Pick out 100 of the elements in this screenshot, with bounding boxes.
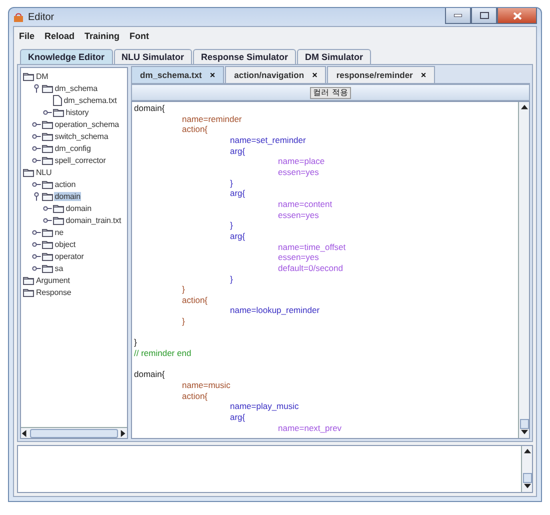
folder-icon: [23, 72, 34, 80]
tab[interactable]: Knowledge Editor: [20, 49, 112, 64]
menu-item[interactable]: Reload: [44, 30, 75, 40]
code-line: name=time_offset: [277, 242, 347, 252]
horizontal-scrollbar[interactable]: [21, 427, 127, 438]
code-line: name=reminder: [181, 114, 243, 124]
scrollbar-thumb[interactable]: [520, 419, 528, 429]
tree-item[interactable]: ne: [54, 228, 64, 236]
collapsed-handle-icon[interactable]: [32, 228, 41, 236]
code-line: name=play_music: [229, 401, 300, 412]
folder-icon: [52, 108, 64, 116]
tree-item[interactable]: history: [64, 108, 90, 116]
tree-item[interactable]: domain: [54, 192, 82, 200]
tree-item[interactable]: DM: [35, 72, 50, 80]
tree-item[interactable]: operator: [54, 252, 85, 260]
folder-icon: [42, 252, 53, 260]
code-line: }: [229, 220, 234, 231]
scroll-down-icon[interactable]: [524, 483, 530, 490]
tree-item[interactable]: NLU: [35, 168, 53, 176]
collapsed-handle-icon[interactable]: [32, 132, 41, 140]
scrollbar-thumb[interactable]: [522, 473, 532, 483]
code-line: }: [229, 178, 234, 188]
tree-item[interactable]: switch_schema: [54, 132, 110, 140]
close-icon[interactable]: ×: [420, 70, 426, 80]
expanded-handle-icon[interactable]: [32, 192, 41, 200]
folder-icon: [52, 204, 64, 212]
folder-icon: [42, 192, 53, 200]
tree-item[interactable]: dm_schema: [54, 84, 98, 92]
menu-item[interactable]: Font: [130, 30, 150, 40]
scroll-left-icon[interactable]: [21, 430, 28, 436]
scroll-up-icon[interactable]: [524, 448, 530, 455]
collapsed-handle-icon[interactable]: [42, 216, 52, 224]
window-title: Editor: [28, 12, 56, 22]
tab[interactable]: NLU Simulator: [114, 49, 192, 64]
tree-item[interactable]: action: [54, 180, 77, 188]
collapsed-handle-icon[interactable]: [32, 180, 41, 188]
scrollbar-thumb[interactable]: [30, 428, 118, 438]
tree-item[interactable]: dm_schema.txt: [62, 96, 118, 104]
code-line: name=content: [277, 198, 334, 210]
collapsed-handle-icon[interactable]: [32, 144, 41, 152]
code-line: name=music: [181, 380, 232, 391]
code-line: action{: [181, 124, 209, 135]
editor-tab[interactable]: dm_schema.txt ×: [131, 66, 224, 83]
tree-item[interactable]: object: [54, 240, 77, 248]
scroll-right-icon[interactable]: [120, 430, 127, 436]
folder-icon: [42, 180, 53, 188]
code-line: name=lookup_reminder: [229, 305, 321, 316]
expanded-handle-icon[interactable]: [32, 84, 41, 92]
tree-item[interactable]: operation_schema: [54, 120, 120, 128]
tree-item[interactable]: Response: [35, 288, 72, 296]
collapsed-handle-icon[interactable]: [32, 264, 41, 272]
tree-item[interactable]: domain: [64, 204, 92, 212]
close-icon[interactable]: ×: [210, 70, 216, 80]
close-icon: [512, 12, 522, 20]
scroll-down-icon[interactable]: [520, 429, 528, 436]
editor-tab[interactable]: response/reminder ×: [327, 66, 436, 83]
folder-icon: [23, 288, 34, 296]
collapsed-handle-icon[interactable]: [32, 120, 41, 128]
menu-item[interactable]: File: [19, 30, 35, 40]
tree-item[interactable]: Argument: [35, 276, 71, 284]
code-line: essen=yes: [277, 166, 320, 178]
editor-tab[interactable]: action/navigation ×: [225, 66, 326, 83]
code-line: arg{: [229, 230, 246, 242]
folder-icon: [42, 264, 53, 272]
code-line: essen=yes: [277, 252, 320, 263]
code-line: default=0/second: [277, 262, 344, 274]
vertical-scrollbar[interactable]: [521, 446, 532, 492]
vertical-scrollbar[interactable]: [518, 102, 529, 438]
apply-color-button[interactable]: 컬러 적용: [310, 86, 351, 98]
folder-icon: [42, 84, 53, 92]
folder-icon: [42, 144, 53, 152]
collapsed-handle-icon[interactable]: [32, 240, 41, 248]
tree-item[interactable]: domain_train.txt: [64, 216, 122, 224]
minimize-button[interactable]: [445, 8, 471, 24]
code-comment: // reminder end: [134, 348, 192, 359]
close-icon[interactable]: ×: [312, 70, 318, 80]
tab[interactable]: DM Simulator: [297, 49, 372, 64]
close-button[interactable]: [497, 8, 537, 24]
file-icon: [52, 94, 62, 106]
folder-icon: [23, 276, 34, 284]
maximize-icon: [480, 12, 488, 19]
tree-item[interactable]: dm_config: [54, 144, 92, 152]
collapsed-handle-icon[interactable]: [42, 204, 52, 212]
menu-item[interactable]: Training: [84, 30, 120, 40]
tab[interactable]: Response Simulator: [193, 49, 296, 64]
code-line: name=set_reminder: [229, 134, 307, 146]
minimize-icon: [454, 14, 462, 17]
folder-icon: [42, 156, 53, 164]
scroll-up-icon[interactable]: [520, 104, 528, 111]
tree-item[interactable]: sa: [54, 264, 64, 272]
collapsed-handle-icon[interactable]: [42, 108, 52, 116]
folder-icon: [52, 216, 64, 224]
maximize-button[interactable]: [471, 8, 497, 24]
collapsed-handle-icon[interactable]: [32, 156, 41, 164]
folder-icon: [42, 132, 53, 140]
code-line: essen=yes: [277, 210, 320, 220]
collapsed-handle-icon[interactable]: [32, 252, 41, 260]
folder-icon: [42, 228, 53, 236]
tree-item[interactable]: spell_corrector: [54, 156, 107, 164]
code-line: arg{: [229, 188, 246, 199]
